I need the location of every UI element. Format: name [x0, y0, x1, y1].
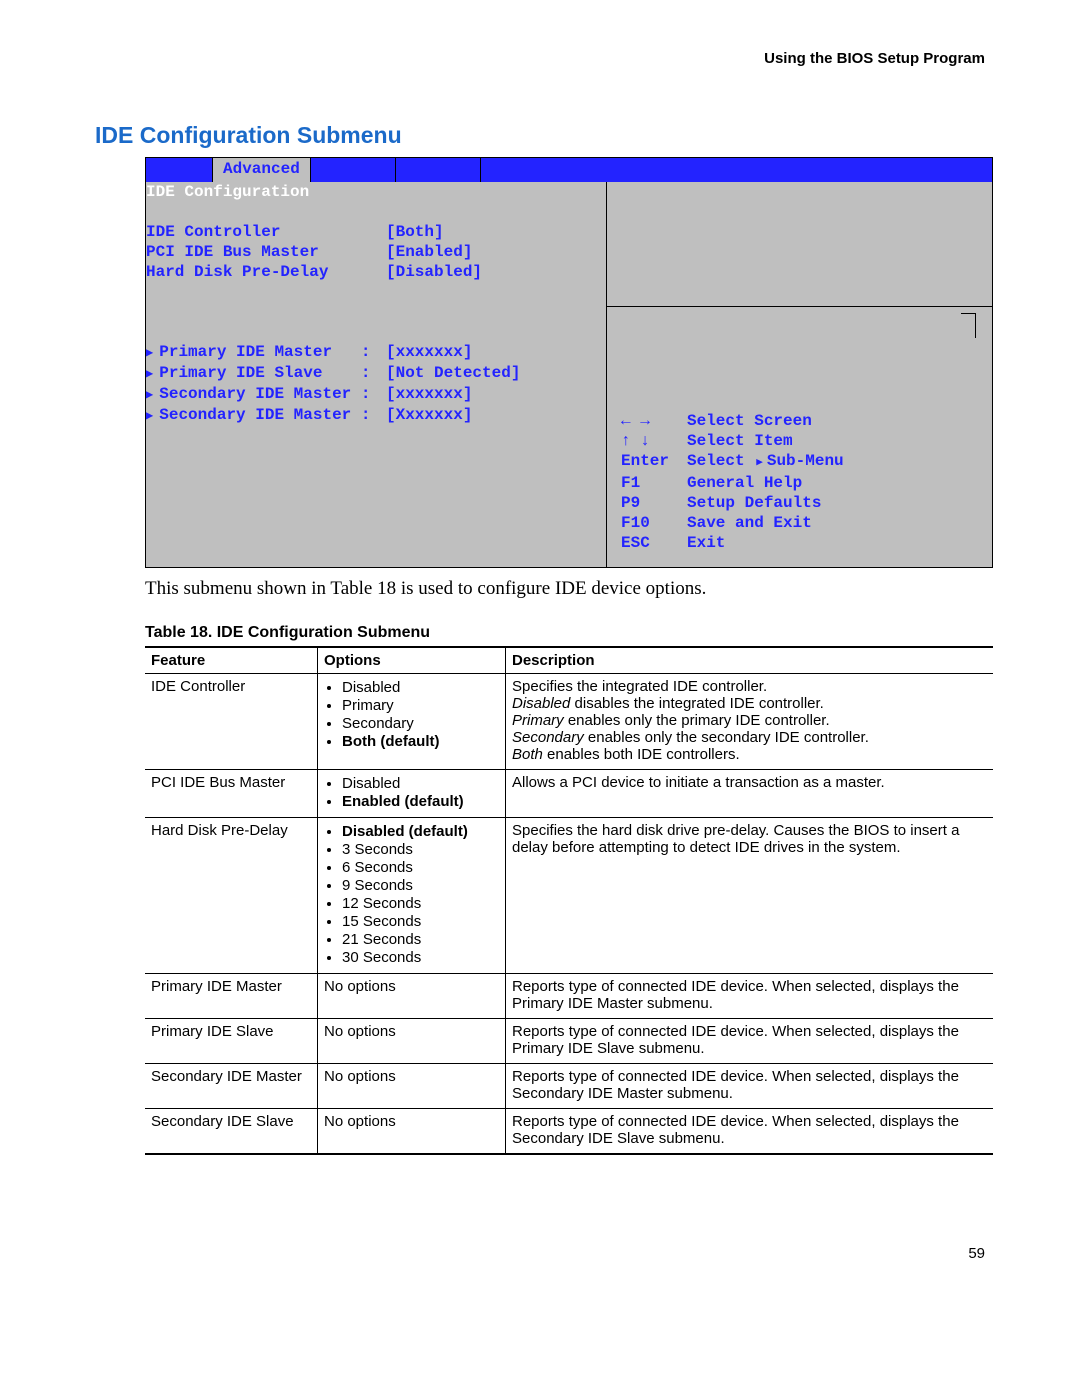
- bios-help-row: F1General Help: [621, 473, 982, 493]
- bios-setting-row[interactable]: PCI IDE Bus Master[Enabled]: [146, 242, 606, 262]
- bios-help-row: P9Setup Defaults: [621, 493, 982, 513]
- bios-help-row: EnterSelect Sub-Menu: [621, 451, 982, 473]
- table-row: Primary IDE MasterNo optionsReports type…: [145, 974, 993, 1019]
- bios-screen: Advanced IDE Configuration IDE Controlle…: [145, 157, 993, 568]
- table-row: PCI IDE Bus MasterDisabledEnabled (defau…: [145, 770, 993, 818]
- doc-header: Using the BIOS Setup Program: [95, 50, 985, 67]
- bios-drive-row[interactable]: Primary IDE Master :[xxxxxxx]: [146, 342, 606, 363]
- table-row: Secondary IDE MasterNo optionsReports ty…: [145, 1064, 993, 1109]
- bios-help-row: ← →Select Screen: [621, 411, 982, 431]
- table-row: Secondary IDE SlaveNo optionsReports typ…: [145, 1109, 993, 1155]
- bios-help-panel: ← →Select Screen↑ ↓Select ItemEnterSelec…: [607, 407, 992, 567]
- bios-help-row: ESCExit: [621, 533, 982, 553]
- table-row: Hard Disk Pre-DelayDisabled (default)3 S…: [145, 818, 993, 974]
- col-feature: Feature: [145, 647, 318, 674]
- bios-setting-row[interactable]: IDE Controller[Both]: [146, 222, 606, 242]
- table-title: Table 18. IDE Configuration Submenu: [145, 624, 985, 642]
- bios-drive-row[interactable]: Secondary IDE Master :[Xxxxxxx]: [146, 405, 606, 426]
- page-number: 59: [95, 1245, 985, 1262]
- config-table: Feature Options Description IDE Controll…: [145, 646, 993, 1155]
- bios-help-row: F10Save and Exit: [621, 513, 982, 533]
- bios-setting-row[interactable]: Hard Disk Pre-Delay[Disabled]: [146, 262, 606, 282]
- bios-tab-advanced[interactable]: Advanced: [213, 158, 310, 182]
- section-title: IDE Configuration Submenu: [95, 122, 985, 149]
- bios-help-row: ↑ ↓Select Item: [621, 431, 982, 451]
- bios-panel-title: IDE Configuration: [146, 182, 606, 202]
- table-row: Primary IDE SlaveNo optionsReports type …: [145, 1019, 993, 1064]
- caption-text: This submenu shown in Table 18 is used t…: [145, 578, 985, 600]
- col-options: Options: [318, 647, 506, 674]
- col-description: Description: [506, 647, 994, 674]
- bios-drive-row[interactable]: Secondary IDE Master :[xxxxxxx]: [146, 384, 606, 405]
- bios-drive-row[interactable]: Primary IDE Slave :[Not Detected]: [146, 363, 606, 384]
- table-row: IDE ControllerDisabledPrimarySecondaryBo…: [145, 674, 993, 770]
